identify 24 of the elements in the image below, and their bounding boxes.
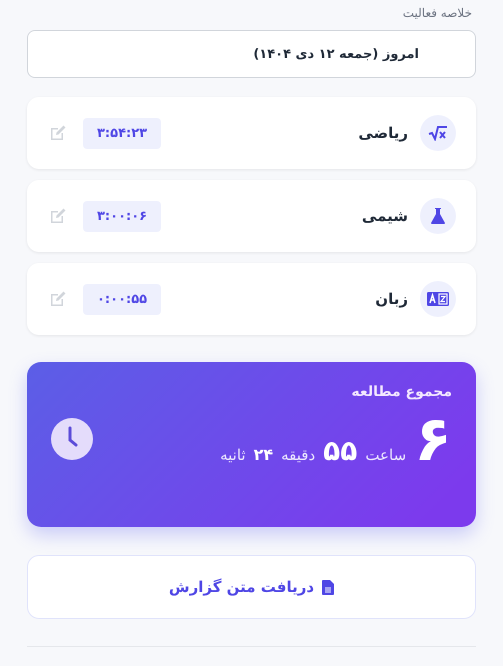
report-button[interactable]: دریافت متن گزارش — [27, 555, 476, 619]
edit-icon[interactable] — [49, 207, 67, 225]
time-badge: ۳:۵۴:۲۳ — [83, 118, 162, 148]
flask-icon — [430, 207, 446, 225]
document-icon — [322, 580, 334, 594]
subject-name: شیمی — [360, 207, 408, 225]
subject-name: زبان — [374, 290, 408, 308]
square-root-x-icon — [428, 125, 448, 141]
time-badge: ۰:۰۰:۵۵ — [83, 284, 162, 314]
section-title: خلاصه فعالیت — [402, 6, 472, 20]
edit-icon[interactable] — [49, 124, 67, 142]
total-title: مجموع مطالعه — [350, 384, 452, 400]
date-field[interactable]: امروز (جمعه ۱۲ دی ۱۴۰۴) — [27, 30, 476, 78]
hours-unit: ساعت — [365, 446, 406, 464]
hours-value: ۶ — [414, 408, 452, 470]
subject-name: ریاضی — [357, 124, 408, 142]
translate-icon — [427, 292, 449, 306]
minutes-unit: دقیقه — [281, 446, 316, 464]
clock-icon — [51, 418, 93, 460]
minutes-value: ۵۵ — [323, 434, 358, 467]
seconds-unit: ثانیه — [220, 446, 246, 464]
seconds-value: ۲۴ — [254, 445, 274, 464]
time-badge: ۳:۰۰:۰۶ — [83, 200, 162, 232]
edit-icon[interactable] — [49, 290, 67, 308]
